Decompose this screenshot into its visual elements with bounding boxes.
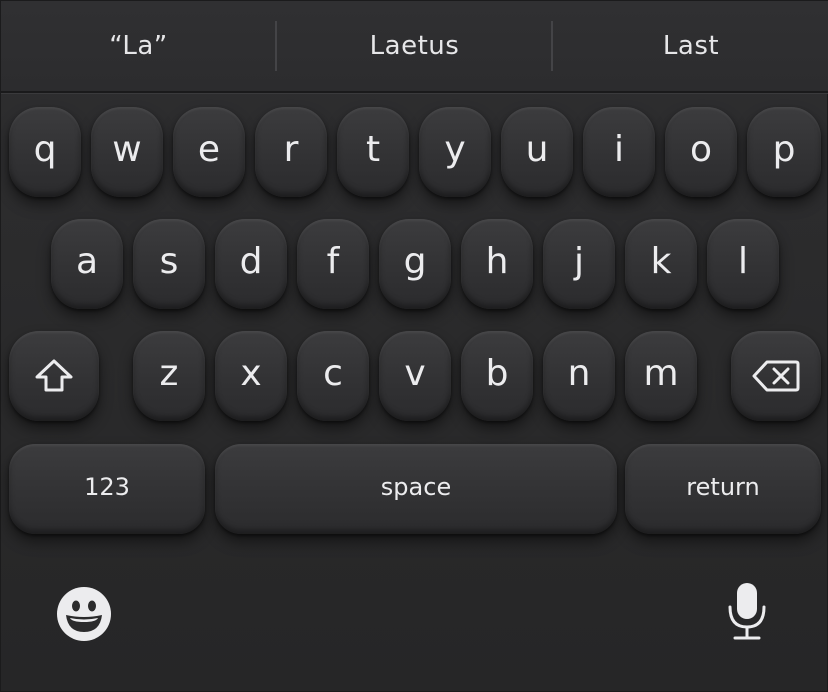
key-label: a bbox=[75, 241, 99, 282]
delete-key[interactable] bbox=[731, 331, 821, 421]
key-label: v bbox=[404, 353, 426, 394]
microphone-icon bbox=[728, 583, 766, 640]
key-j[interactable]: j bbox=[543, 219, 615, 309]
key-t[interactable]: t bbox=[337, 107, 409, 197]
key-c[interactable]: c bbox=[297, 331, 369, 421]
key-s[interactable]: s bbox=[133, 219, 205, 309]
space-key[interactable]: space bbox=[215, 444, 617, 534]
key-l[interactable]: l bbox=[707, 219, 779, 309]
key-o[interactable]: o bbox=[665, 107, 737, 197]
key-label: k bbox=[650, 241, 672, 282]
key-label: i bbox=[613, 129, 624, 170]
key-label: u bbox=[525, 129, 549, 170]
key-label: c bbox=[323, 353, 343, 394]
key-e[interactable]: e bbox=[173, 107, 245, 197]
key-z[interactable]: z bbox=[133, 331, 205, 421]
key-label: m bbox=[643, 353, 679, 394]
key-n[interactable]: n bbox=[543, 331, 615, 421]
suggestion-3[interactable]: Last bbox=[553, 1, 828, 91]
key-label: l bbox=[737, 241, 748, 282]
key-v[interactable]: v bbox=[379, 331, 451, 421]
key-h[interactable]: h bbox=[461, 219, 533, 309]
key-label: x bbox=[240, 353, 262, 394]
key-label: j bbox=[573, 241, 584, 282]
key-m[interactable]: m bbox=[625, 331, 697, 421]
numbers-key[interactable]: 123 bbox=[9, 444, 205, 534]
key-b[interactable]: b bbox=[461, 331, 533, 421]
key-f[interactable]: f bbox=[297, 219, 369, 309]
key-label: q bbox=[33, 129, 57, 170]
key-u[interactable]: u bbox=[501, 107, 573, 197]
key-label: d bbox=[239, 241, 263, 282]
dictation-button[interactable] bbox=[717, 579, 777, 643]
key-w[interactable]: w bbox=[91, 107, 163, 197]
key-i[interactable]: i bbox=[583, 107, 655, 197]
suggestion-2[interactable]: Laetus bbox=[277, 1, 552, 91]
key-r[interactable]: r bbox=[255, 107, 327, 197]
key-y[interactable]: y bbox=[419, 107, 491, 197]
key-label: n bbox=[567, 353, 591, 394]
return-key-label: return bbox=[686, 473, 760, 501]
numbers-key-label: 123 bbox=[84, 473, 130, 501]
shift-arrow-icon bbox=[35, 359, 73, 392]
key-label: y bbox=[444, 129, 466, 170]
space-key-label: space bbox=[380, 473, 452, 501]
suggestion-1[interactable]: “La” bbox=[1, 1, 276, 91]
key-k[interactable]: k bbox=[625, 219, 697, 309]
key-q[interactable]: q bbox=[9, 107, 81, 197]
key-label: e bbox=[197, 129, 221, 170]
backspace-icon bbox=[752, 360, 800, 392]
key-label: b bbox=[485, 353, 509, 394]
smiley-face-icon bbox=[57, 587, 111, 641]
key-label: t bbox=[365, 129, 381, 170]
key-label: f bbox=[326, 241, 340, 282]
keyboard: “La” Laetus Last q w e r t y u i o p a s… bbox=[0, 0, 828, 692]
key-label: o bbox=[689, 129, 713, 170]
key-label: h bbox=[485, 241, 509, 282]
key-label: z bbox=[159, 353, 179, 394]
key-label: p bbox=[772, 129, 796, 170]
key-p[interactable]: p bbox=[747, 107, 821, 197]
return-key[interactable]: return bbox=[625, 444, 821, 534]
key-a[interactable]: a bbox=[51, 219, 123, 309]
key-label: s bbox=[159, 241, 179, 282]
key-g[interactable]: g bbox=[379, 219, 451, 309]
key-x[interactable]: x bbox=[215, 331, 287, 421]
emoji-button[interactable] bbox=[53, 583, 115, 645]
key-label: r bbox=[283, 129, 299, 170]
key-label: g bbox=[403, 241, 427, 282]
key-d[interactable]: d bbox=[215, 219, 287, 309]
shift-key[interactable] bbox=[9, 331, 99, 421]
suggestion-bar: “La” Laetus Last bbox=[1, 1, 828, 93]
key-label: w bbox=[112, 129, 142, 170]
